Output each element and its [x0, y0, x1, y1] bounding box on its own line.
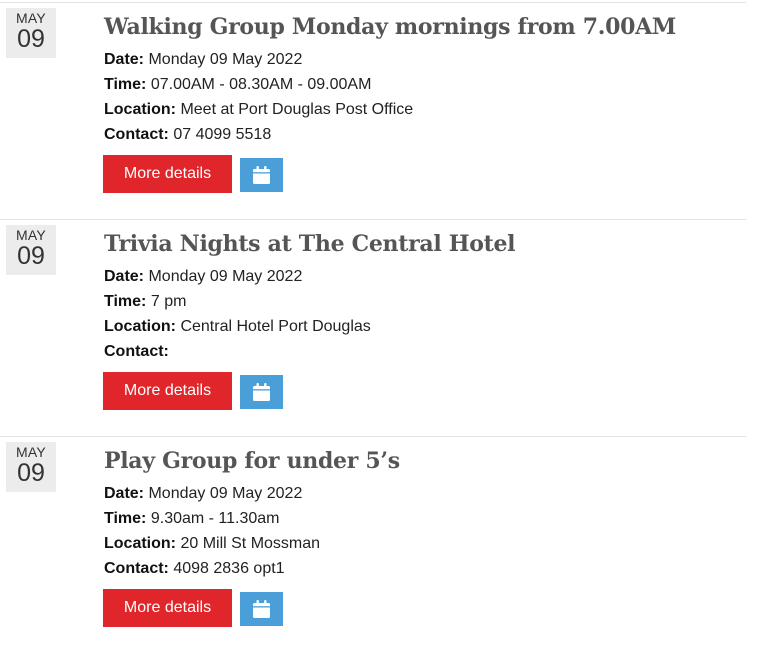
event-title[interactable]: Play Group for under 5’s [104, 447, 400, 475]
add-to-calendar-button[interactable] [240, 592, 283, 626]
event-date-value: Monday 09 May 2022 [148, 485, 303, 502]
date-badge: MAY 09 [6, 442, 56, 492]
event-contact-value: 07 4099 5518 [173, 126, 272, 143]
event-location-row: Location: 20 Mill St Mossman [104, 534, 320, 554]
time-label: Time: [104, 76, 147, 93]
contact-label: Contact: [104, 343, 169, 360]
date-label: Date: [104, 51, 145, 68]
event-divider [0, 219, 746, 220]
event-contact-row: Contact: 4098 2836 opt1 [104, 559, 285, 579]
date-badge: MAY 09 [6, 8, 56, 58]
event-contact-row: Contact: 07 4099 5518 [104, 125, 271, 145]
event-divider [0, 436, 746, 437]
event-item: MAY 09 Trivia Nights at The Central Hote… [0, 219, 746, 433]
contact-label: Contact: [104, 126, 169, 143]
time-label: Time: [104, 293, 147, 310]
event-date-value: Monday 09 May 2022 [148, 51, 303, 68]
event-date-row: Date: Monday 09 May 2022 [104, 50, 302, 70]
event-item: MAY 09 Play Group for under 5’s Date: Mon… [0, 436, 746, 650]
event-divider [0, 2, 746, 3]
event-title[interactable]: Walking Group Monday mornings from 7.00A… [104, 13, 676, 41]
event-time-value: 07.00AM - 08.30AM - 09.00AM [150, 76, 372, 93]
time-label: Time: [104, 510, 147, 527]
event-location-row: Location: Meet at Port Douglas Post Offic… [104, 100, 413, 120]
add-to-calendar-button[interactable] [240, 375, 283, 409]
date-badge: MAY 09 [6, 225, 56, 275]
date-day: 09 [17, 25, 45, 53]
event-time-row: Time: 9.30am - 11.30am [104, 509, 280, 529]
event-contact-value: 4098 2836 opt1 [173, 560, 285, 577]
date-month: MAY [16, 444, 46, 460]
date-day: 09 [17, 242, 45, 270]
date-month: MAY [16, 227, 46, 243]
event-date-value: Monday 09 May 2022 [148, 268, 303, 285]
date-label: Date: [104, 268, 145, 285]
event-time-row: Time: 07.00AM - 08.30AM - 09.00AM [104, 75, 371, 95]
more-details-button[interactable]: More details [103, 589, 232, 627]
event-time-value: 9.30am - 11.30am [150, 510, 280, 527]
calendar-icon [253, 600, 270, 618]
calendar-icon [253, 166, 270, 184]
location-label: Location: [104, 535, 176, 552]
event-date-row: Date: Monday 09 May 2022 [104, 267, 302, 287]
location-label: Location: [104, 318, 176, 335]
date-label: Date: [104, 485, 145, 502]
event-location-row: Location: Central Hotel Port Douglas [104, 317, 371, 337]
contact-label: Contact: [104, 560, 169, 577]
event-time-row: Time: 7 pm [104, 292, 186, 312]
event-location-value: Meet at Port Douglas Post Office [180, 101, 414, 118]
more-details-button[interactable]: More details [103, 372, 232, 410]
event-item: MAY 09 Walking Group Monday mornings fro… [0, 2, 746, 216]
date-day: 09 [17, 459, 45, 487]
event-date-row: Date: Monday 09 May 2022 [104, 484, 302, 504]
calendar-icon [253, 383, 270, 401]
location-label: Location: [104, 101, 176, 118]
more-details-button[interactable]: More details [103, 155, 232, 193]
event-title[interactable]: Trivia Nights at The Central Hotel [104, 230, 516, 258]
event-contact-row: Contact: [104, 342, 169, 362]
add-to-calendar-button[interactable] [240, 158, 283, 192]
event-location-value: Central Hotel Port Douglas [180, 318, 371, 335]
event-time-value: 7 pm [150, 293, 187, 310]
date-month: MAY [16, 10, 46, 26]
event-location-value: 20 Mill St Mossman [180, 535, 321, 552]
